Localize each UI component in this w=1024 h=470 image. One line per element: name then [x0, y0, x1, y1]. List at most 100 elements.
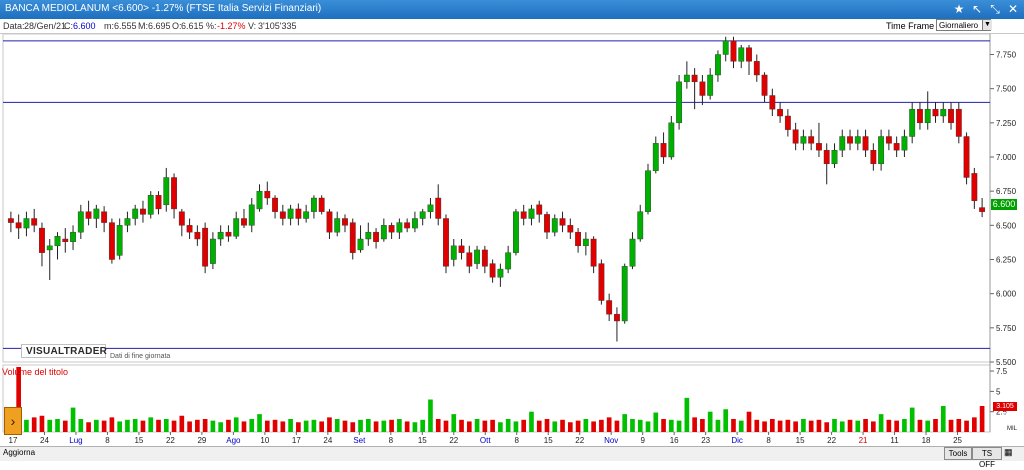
x-axis-label: 22	[449, 436, 458, 445]
candle-body	[738, 47, 745, 62]
volume-bar	[125, 419, 130, 432]
grid-icon[interactable]: ▦	[1004, 447, 1013, 458]
volume-bar	[226, 419, 231, 432]
candle-body	[917, 108, 923, 124]
candle-body	[318, 197, 325, 212]
volume-bar	[933, 419, 938, 432]
x-axis-label: Dic	[731, 436, 743, 445]
x-axis-label: 24	[323, 436, 332, 445]
volume-bar	[684, 397, 690, 432]
x-axis-label: 15	[418, 436, 427, 445]
volume-bar	[513, 421, 519, 432]
volume-bar	[303, 420, 309, 432]
volume-bar	[855, 420, 861, 432]
volume-bar	[86, 422, 91, 432]
candle-body	[85, 211, 92, 219]
candle-body	[163, 177, 170, 206]
candle-body	[209, 238, 216, 264]
volume-bar	[614, 420, 620, 432]
candle-body	[349, 222, 356, 253]
candle-body	[831, 149, 838, 165]
candle-body	[823, 149, 830, 165]
volume-bar	[948, 419, 954, 432]
aggiorna-button[interactable]: Aggiorna	[3, 448, 35, 457]
candle-body	[380, 225, 387, 240]
volume-bar	[878, 414, 884, 432]
candle-body	[62, 238, 69, 242]
volume-bar	[443, 420, 449, 432]
volume-bar	[692, 417, 697, 432]
volume-bar	[925, 420, 931, 432]
candle-body	[746, 47, 752, 62]
volume-bar	[505, 419, 511, 432]
volume-bar	[715, 419, 721, 432]
volume-bar	[801, 419, 806, 432]
candle-body	[590, 238, 597, 267]
candle-body	[901, 136, 908, 151]
candle-body	[264, 190, 271, 199]
candle-body	[847, 136, 853, 144]
candle-body	[310, 197, 317, 212]
candle-body	[458, 245, 465, 253]
volume-bar	[70, 407, 76, 432]
volume-bar	[241, 421, 247, 432]
volume-bar	[902, 419, 907, 432]
volume-bar	[163, 419, 169, 432]
price-axis-label: 7.000	[996, 153, 1017, 162]
volume-bar	[575, 420, 581, 432]
candle-body	[699, 81, 706, 96]
candle-body	[683, 74, 690, 83]
candle-body	[816, 143, 822, 151]
price-axis-label: 6.500	[996, 221, 1017, 230]
volume-bar	[327, 417, 332, 432]
x-axis-label: 15	[796, 436, 805, 445]
volume-bar	[738, 420, 744, 432]
volume-bar	[210, 420, 216, 432]
volume-bar	[498, 422, 503, 432]
tools-button[interactable]: Tools	[944, 447, 972, 460]
x-axis-label: 16	[670, 436, 679, 445]
candle-body	[46, 245, 53, 251]
candle-body	[411, 218, 418, 229]
candle-body	[551, 218, 558, 233]
candle-body	[784, 115, 791, 130]
candle-body	[140, 208, 146, 215]
candle-body	[217, 231, 224, 240]
volume-bar	[707, 411, 713, 432]
price-axis-label: 6.250	[996, 256, 1017, 265]
expand-panel-button[interactable]: ›	[4, 407, 22, 435]
volume-axis-label: 7.5	[996, 367, 1008, 376]
x-axis-label: 10	[260, 436, 269, 445]
price-chart[interactable]: 7.750 7.500 7.250 7.000 6.750 6.500 6.250 6.000…	[0, 0, 1024, 446]
volume-bar	[731, 419, 736, 432]
candle-body	[606, 300, 613, 315]
volume-bar	[109, 417, 115, 432]
x-axis-label: 22	[166, 436, 175, 445]
volume-bar	[940, 406, 946, 432]
volume-bar	[389, 419, 394, 432]
candle-body	[722, 40, 729, 55]
volume-bar	[31, 417, 37, 432]
volume-bar	[839, 421, 845, 432]
candle-body	[691, 74, 698, 83]
volume-bar	[156, 419, 161, 432]
candle-body	[878, 136, 885, 165]
volume-bar	[428, 399, 433, 432]
candle-body	[707, 74, 714, 96]
candle-body	[753, 61, 760, 76]
ts-off-button[interactable]: TS OFF	[972, 447, 1002, 469]
volume-bar	[754, 419, 760, 432]
candle-body	[505, 252, 512, 270]
volume-bar	[894, 420, 899, 432]
x-axis-label: 25	[953, 436, 962, 445]
x-axis-label: Ott	[480, 436, 491, 445]
price-axis-label: 5.500	[996, 358, 1017, 367]
volume-bar	[132, 419, 138, 432]
candle-body	[567, 225, 574, 233]
volume-bar	[762, 421, 767, 432]
x-axis-label: 18	[922, 436, 931, 445]
volume-bar	[521, 419, 527, 432]
volume-bar	[552, 421, 558, 432]
candle-body	[419, 211, 426, 219]
candle-body	[435, 197, 442, 219]
